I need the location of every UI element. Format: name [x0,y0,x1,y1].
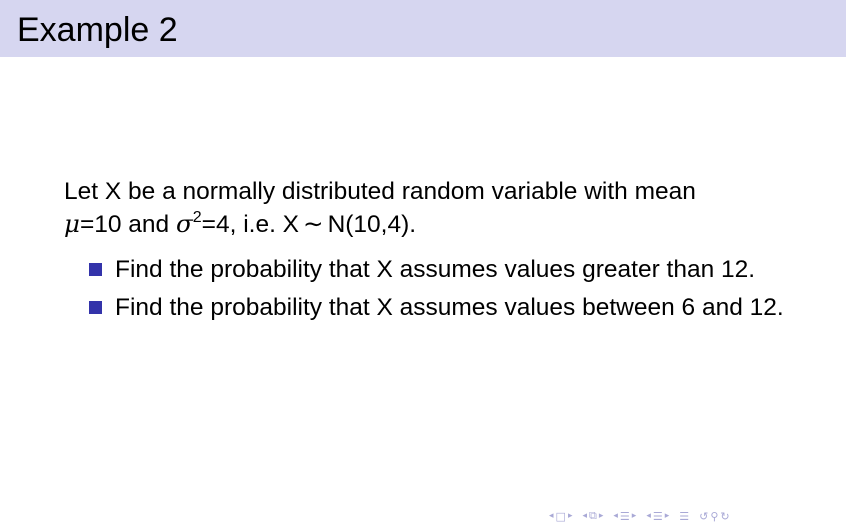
frame-next-icon[interactable]: ▸ [568,511,573,521]
slide-content: Let X be a normally distributed random v… [64,176,804,330]
beamer-navigation: ◂ □ ▸ ◂ ⧉ ▸ ◂ ☰ ▸ ◂ ☰ ▸ ☰ ↺ ⚲ ↻ [549,508,738,524]
sigma-symbol: σ [176,209,193,238]
subsubsection-icon[interactable]: ☰ [653,510,663,523]
sigma-exponent: 2 [192,209,202,226]
bullet-text-1: Find the probability that X assumes valu… [115,256,756,283]
subsection-nav[interactable]: ◂ ⧉ ▸ [582,509,603,523]
back-icon[interactable]: ↺ [699,510,708,523]
frame-prev-icon[interactable]: ◂ [549,511,554,521]
subsection-next-icon[interactable]: ▸ [599,511,604,521]
section-icon[interactable]: ☰ [620,510,630,523]
slide-align-icon[interactable]: ☰ [679,510,689,523]
section-next-icon[interactable]: ▸ [632,511,637,521]
distribution: N(10,4). [327,211,417,238]
mu-value: =10 and [79,211,176,238]
bullet-square-icon [89,301,102,314]
sigma-value: =4, i.e. X [201,211,300,238]
section-prev-icon[interactable]: ◂ [613,511,618,521]
bullet-square-icon [89,263,102,276]
forward-icon[interactable]: ↻ [720,510,729,523]
subsubsection-nav[interactable]: ◂ ☰ ▸ [646,510,669,523]
slide-title: Example 2 [17,11,178,49]
intro-line-1: Let X be a normally distributed random v… [64,178,696,205]
frame-nav[interactable]: ◂ □ ▸ [549,510,572,523]
subsubsection-next-icon[interactable]: ▸ [665,511,670,521]
intro-line-2: μ=10 and σ2=4, i.e. X ∼ N(10,4). [64,208,804,244]
bullet-list: Find the probability that X assumes valu… [64,254,804,324]
section-nav[interactable]: ◂ ☰ ▸ [613,510,636,523]
align-nav[interactable]: ☰ [679,510,689,523]
subsubsection-prev-icon[interactable]: ◂ [646,511,651,521]
subsection-icon[interactable]: ⧉ [589,509,597,523]
search-nav[interactable]: ↺ ⚲ ↻ [699,510,730,523]
bullet-item-2: Find the probability that X assumes valu… [64,292,785,324]
bullet-text-2: Find the probability that X assumes valu… [115,294,784,321]
bullet-item-1: Find the probability that X assumes valu… [64,254,785,286]
tilde-symbol: ∼ [303,209,324,238]
subsection-prev-icon[interactable]: ◂ [582,511,587,521]
frame-icon[interactable]: □ [556,510,566,523]
search-icon[interactable]: ⚲ [710,510,718,523]
title-bar: Example 2 [0,0,846,57]
mu-symbol: μ [64,209,80,238]
